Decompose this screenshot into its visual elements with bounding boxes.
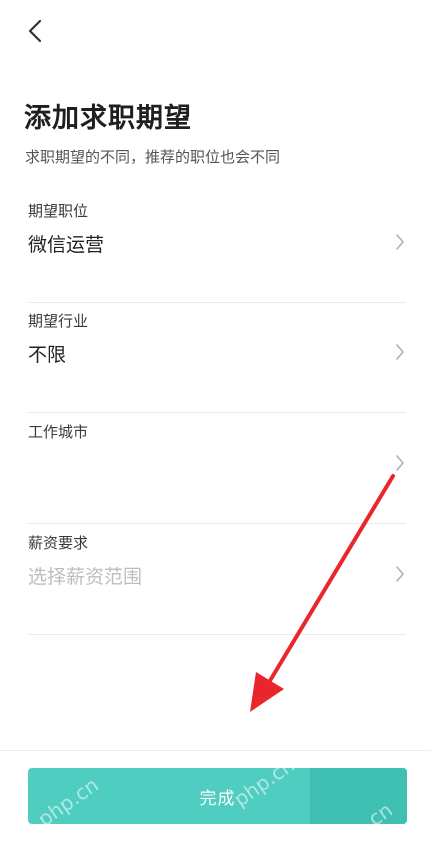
done-button-overlay: [310, 768, 407, 824]
chevron-right-icon: [396, 234, 404, 250]
expected-position-label: 期望职位: [28, 202, 89, 220]
salary-requirement-label: 薪资要求: [28, 534, 89, 552]
chevron-right-icon: [396, 455, 404, 471]
footer-divider: [0, 750, 431, 751]
work-city-label: 工作城市: [28, 423, 89, 441]
expected-position-value: 微信运营: [28, 234, 105, 256]
expected-industry-value: 不限: [28, 344, 67, 366]
expected-position-row[interactable]: 期望职位 微信运营: [28, 192, 406, 303]
expected-industry-label: 期望行业: [28, 312, 89, 330]
chevron-right-icon: [396, 566, 404, 582]
salary-range-placeholder: 选择薪资范围: [28, 566, 143, 588]
page-title: 添加求职期望: [24, 103, 192, 134]
page-subtitle: 求职期望的不同，推荐的职位也会不同: [25, 148, 281, 166]
expected-industry-row[interactable]: 期望行业 不限: [28, 302, 406, 413]
done-button-label: 完成: [199, 788, 236, 809]
chevron-right-icon: [396, 344, 404, 360]
chevron-left-icon: [28, 19, 42, 43]
back-button[interactable]: [20, 14, 50, 48]
salary-requirement-row[interactable]: 薪资要求 选择薪资范围: [28, 524, 406, 635]
work-city-row[interactable]: 工作城市: [28, 413, 406, 524]
